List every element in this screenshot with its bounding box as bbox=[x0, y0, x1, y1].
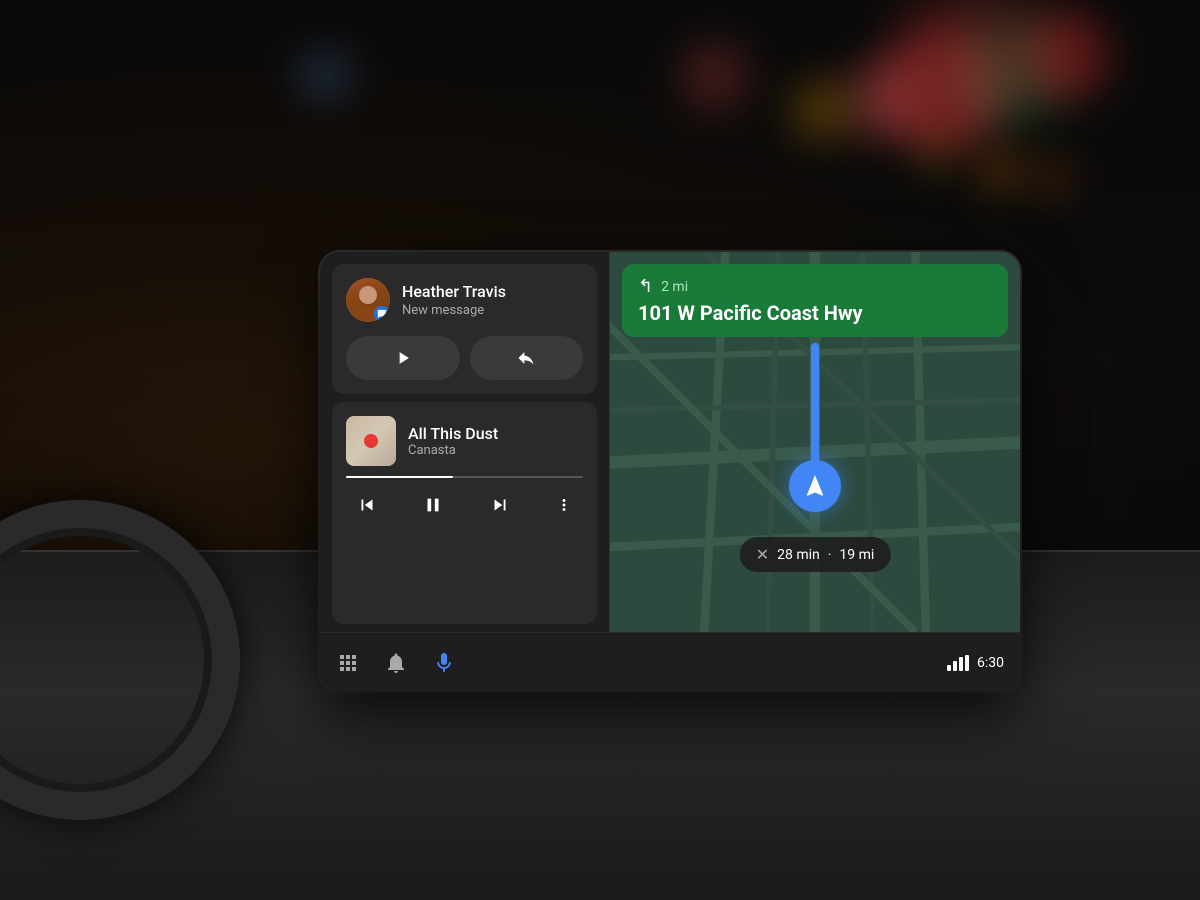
signal-icon bbox=[947, 655, 969, 671]
subtitle-text: New message bbox=[402, 303, 484, 318]
apps-button[interactable] bbox=[336, 651, 360, 675]
navigation-arrow-icon bbox=[802, 473, 828, 499]
previous-button[interactable] bbox=[350, 488, 384, 522]
signal-bar-3 bbox=[959, 657, 963, 671]
status-time: 6:30 bbox=[977, 655, 1004, 671]
bottom-navigation: 6:30 bbox=[320, 632, 1020, 692]
reply-message-button[interactable] bbox=[470, 336, 584, 380]
message-actions bbox=[346, 336, 583, 380]
contact-name: Heather Travis bbox=[402, 282, 583, 303]
message-info: Heather Travis New message bbox=[402, 282, 583, 318]
eta-distance: 19 mi bbox=[839, 547, 874, 563]
track-title: All This Dust bbox=[408, 424, 583, 443]
message-card: Heather Travis New message bbox=[332, 264, 597, 394]
album-art bbox=[346, 416, 396, 466]
turn-arrow-icon: ↰ bbox=[638, 276, 653, 297]
music-card: All This Dust Canasta bbox=[332, 402, 597, 624]
progress-bar[interactable] bbox=[346, 476, 583, 478]
track-artist: Canasta bbox=[408, 443, 583, 458]
music-info: All This Dust Canasta bbox=[408, 424, 583, 458]
bottom-nav-left bbox=[336, 651, 456, 675]
pause-button[interactable] bbox=[416, 488, 450, 522]
distance-text: 2 mi bbox=[661, 279, 688, 295]
message-badge bbox=[374, 306, 390, 322]
music-header: All This Dust Canasta bbox=[346, 416, 583, 466]
nav-distance: ↰ 2 mi bbox=[638, 276, 992, 297]
avatar bbox=[346, 278, 390, 322]
eta-separator: · bbox=[828, 547, 832, 563]
next-button[interactable] bbox=[483, 488, 517, 522]
left-panel: Heather Travis New message bbox=[320, 252, 610, 632]
eta-badge: ✕ 28 min · 19 mi bbox=[740, 537, 891, 572]
signal-bar-4 bbox=[965, 655, 969, 671]
message-subtitle: New message bbox=[402, 303, 583, 318]
eta-time: 28 min bbox=[777, 547, 820, 563]
nav-header: ↰ 2 mi 101 W Pacific Coast Hwy bbox=[622, 264, 1008, 337]
map-panel: ↰ 2 mi 101 W Pacific Coast Hwy ✕ 28 min … bbox=[610, 252, 1020, 632]
progress-fill bbox=[346, 476, 453, 478]
more-options-button[interactable] bbox=[549, 490, 579, 520]
music-controls bbox=[346, 488, 583, 522]
location-circle bbox=[789, 460, 841, 512]
close-eta-button[interactable]: ✕ bbox=[756, 545, 769, 564]
signal-bar-1 bbox=[947, 665, 951, 671]
notifications-button[interactable] bbox=[384, 651, 408, 675]
message-header: Heather Travis New message bbox=[346, 278, 583, 322]
bottom-nav-right: 6:30 bbox=[947, 655, 1004, 671]
signal-bar-2 bbox=[953, 661, 957, 671]
play-message-button[interactable] bbox=[346, 336, 460, 380]
location-indicator bbox=[789, 460, 841, 512]
android-auto-screen: Heather Travis New message bbox=[320, 252, 1020, 692]
voice-input-button[interactable] bbox=[432, 651, 456, 675]
nav-street: 101 W Pacific Coast Hwy bbox=[638, 301, 992, 325]
